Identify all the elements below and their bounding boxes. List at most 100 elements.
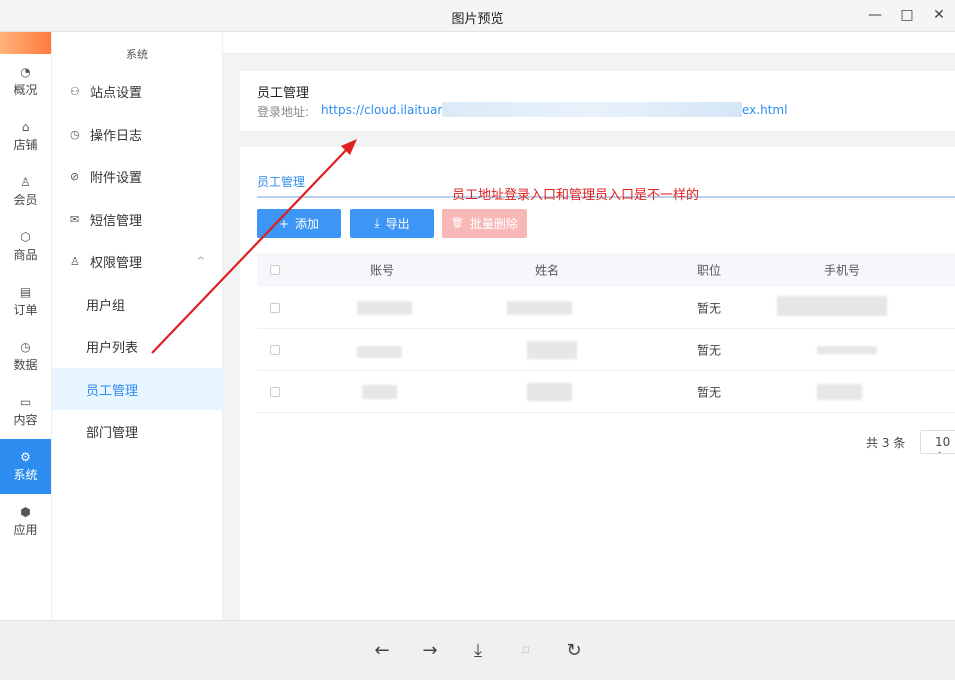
window-title: 图片预览 (451, 12, 504, 27)
redacted-phone (777, 295, 887, 316)
redacted-name (527, 382, 572, 401)
rail-label: 订单 (13, 302, 38, 317)
table-header: 账号 姓名 职位 手机号 (257, 253, 955, 287)
row-checkbox[interactable] (270, 302, 280, 313)
gear-icon: ⚙ (20, 449, 31, 464)
system-subnav: 系统 ⚇ 站点设置 ◷ 操作日志 ⊘ 附件设置 ✉ 短信管理 ♙ 权限管理 ^ 用户组 用户… (52, 32, 223, 620)
login-address-label: 登录地址: (257, 105, 310, 119)
subnav-label: 短信管理 (90, 213, 143, 229)
rail-item-orders[interactable]: ▤ 订单 (0, 274, 51, 329)
subnav-label: 权限管理 (90, 255, 143, 271)
subnav-item-permissions[interactable]: ♙ 权限管理 ^ (52, 240, 223, 282)
subnav-label: 站点设置 (90, 85, 143, 101)
rail-item-goods[interactable]: ⬡ 商品 (0, 219, 51, 274)
user-icon: ♙ (20, 174, 31, 189)
subnav-label: 用户列表 (86, 340, 139, 356)
staff-management-card: 员工管理 员工地址登录入口和管理员入口是不一样的 + 添加 ⤓ 导出 🗑 批量删除 账… (240, 147, 955, 620)
subnav-label: 操作日志 (90, 128, 143, 144)
subnav-label: 员工管理 (86, 383, 139, 399)
col-phone: 手机号 (824, 263, 861, 278)
chevron-up-icon: ^ (196, 255, 205, 267)
login-url-link[interactable]: https://cloud.ilaituan.cc (321, 103, 462, 117)
add-label: 添加 (295, 217, 320, 231)
table-row[interactable]: 暂无 (257, 329, 955, 371)
order-icon: ▤ (19, 284, 32, 299)
rail-item-system[interactable]: ⚙ 系统 (0, 439, 51, 494)
redacted-account (362, 384, 397, 399)
sitemap-icon: ⚇ (70, 84, 80, 98)
subnav-item-staff[interactable]: 员工管理 (52, 368, 223, 410)
redacted-account (357, 345, 402, 358)
viewer-toolbar: ← → ⤓ ⌑ ↻ (0, 620, 955, 680)
col-name: 姓名 (535, 263, 560, 278)
export-button[interactable]: ⤓ 导出 (350, 209, 434, 238)
rail-label: 内容 (13, 412, 38, 427)
minimize-button[interactable]: — (862, 4, 888, 26)
brand-logo (0, 32, 51, 54)
arrow-right-icon[interactable]: → (418, 639, 442, 663)
redacted-url-mask (442, 102, 742, 117)
page-size-select[interactable]: 10条 (920, 430, 955, 454)
rail-label: 会员 (13, 192, 38, 207)
redacted-phone (817, 345, 877, 354)
chart-pie-icon: ◷ (20, 339, 31, 354)
title-bar: 图片预览 — □ ✕ (0, 0, 955, 32)
rail-label: 系统 (13, 467, 38, 482)
pager-total: 共 3 条 (866, 436, 906, 450)
rail-item-overview[interactable]: ◔ 概况 (0, 54, 51, 109)
subnav-item-user-list[interactable]: 用户列表 (52, 325, 223, 367)
mail-icon: ✉ (70, 212, 80, 226)
subnav-item-departments[interactable]: 部门管理 (52, 410, 223, 452)
rail-label: 数据 (13, 357, 38, 372)
fit-screen-icon[interactable]: ⌑ (514, 639, 538, 663)
batch-delete-button[interactable]: 🗑 批量删除 (442, 209, 527, 238)
row-checkbox[interactable] (270, 386, 280, 397)
rail-item-apps[interactable]: ⬢ 应用 (0, 494, 51, 549)
close-button[interactable]: ✕ (926, 4, 952, 26)
trash-icon: 🗑 (451, 218, 464, 229)
main-nav-rail: ◔ 概况 ⌂ 店铺 ♙ 会员 ⬡ 商品 ▤ 订单 ◷ 数据 ▭ 内容 ⚙ 系统 ⬢ 应用 (0, 32, 52, 620)
redacted-name (507, 300, 572, 315)
col-position: 职位 (697, 263, 722, 278)
add-button[interactable]: + 添加 (257, 209, 341, 238)
subnav-item-user-groups[interactable]: 用户组 (52, 283, 223, 325)
subnav-item-attachment-settings[interactable]: ⊘ 附件设置 (52, 155, 223, 197)
select-all-checkbox[interactable] (270, 265, 280, 275)
rail-item-member[interactable]: ♙ 会员 (0, 164, 51, 219)
rotate-icon[interactable]: ↻ (562, 639, 586, 663)
table-row[interactable]: 暂无 (257, 287, 955, 329)
rail-item-content[interactable]: ▭ 内容 (0, 384, 51, 439)
col-account: 账号 (370, 263, 395, 278)
redacted-name (527, 340, 577, 359)
tab-staff-management[interactable]: 员工管理 (257, 173, 305, 198)
download-icon[interactable]: ⤓ (466, 639, 490, 663)
dashboard-icon: ◔ (20, 64, 31, 79)
box-icon: ⬡ (20, 229, 31, 244)
redacted-phone (817, 383, 862, 400)
info-heading: 员工管理 (257, 86, 310, 101)
user-lock-icon: ♙ (70, 254, 80, 268)
login-url-suffix[interactable]: ex.html (742, 103, 787, 117)
row-checkbox[interactable] (270, 344, 280, 355)
subnav-label: 附件设置 (90, 170, 143, 186)
position-cell: 暂无 (697, 385, 722, 399)
maximize-button[interactable]: □ (894, 4, 920, 26)
login-info-card: 员工管理 登录地址: https://cloud.ilaituan.cc ex.… (240, 71, 955, 131)
table-row[interactable]: 暂无 (257, 371, 955, 413)
subnav-item-site-settings[interactable]: ⚇ 站点设置 (52, 70, 223, 112)
subnav-item-operation-log[interactable]: ◷ 操作日志 (52, 113, 223, 155)
store-icon: ⌂ (21, 119, 30, 134)
position-cell: 暂无 (697, 343, 722, 357)
rail-label: 概况 (13, 82, 38, 97)
export-label: 导出 (385, 217, 410, 231)
rail-item-store[interactable]: ⌂ 店铺 (0, 109, 51, 164)
arrow-left-icon[interactable]: ← (370, 639, 394, 663)
download-icon: ⤓ (374, 216, 380, 230)
history-icon: ◷ (70, 127, 80, 141)
top-toolbar-strip (223, 32, 955, 54)
paperclip-icon: ⊘ (70, 169, 80, 183)
subnav-item-sms[interactable]: ✉ 短信管理 (52, 198, 223, 240)
rail-item-data[interactable]: ◷ 数据 (0, 329, 51, 384)
rail-label: 店铺 (13, 137, 38, 152)
position-cell: 暂无 (697, 301, 722, 315)
